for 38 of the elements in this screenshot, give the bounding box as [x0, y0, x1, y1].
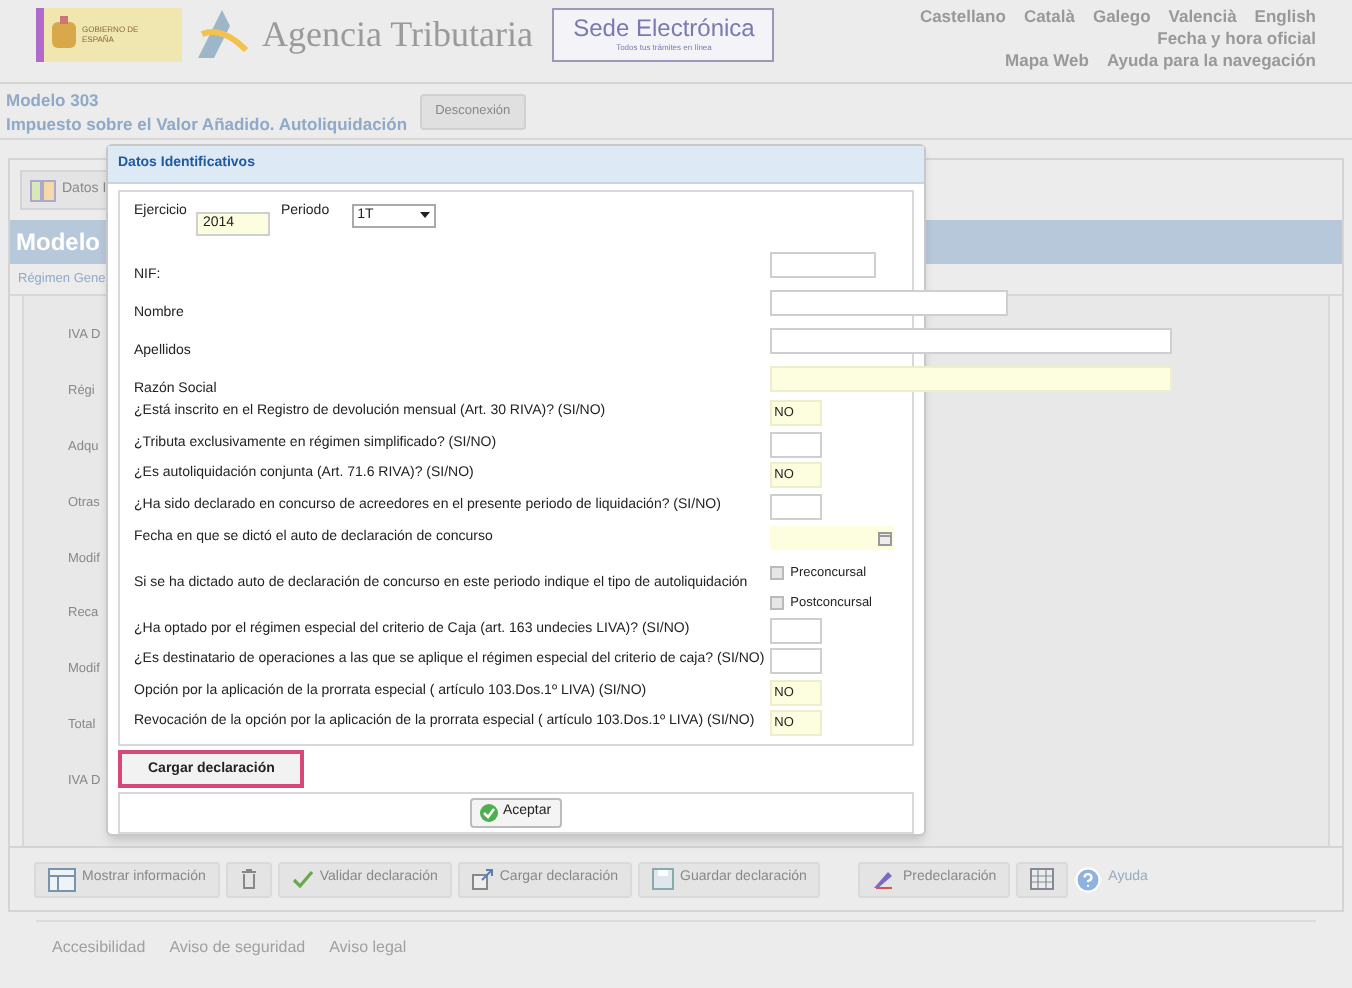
language-link[interactable]: English — [1254, 6, 1316, 28]
calendar-icon — [878, 531, 893, 546]
language-link[interactable]: Valencià — [1168, 6, 1237, 28]
header-link[interactable]: Ayuda para la navegación — [1106, 50, 1316, 72]
footer-link[interactable]: Aviso legal — [329, 935, 407, 959]
date-field[interactable] — [770, 526, 895, 551]
header-link[interactable]: Mapa Web — [1005, 50, 1089, 72]
trash-icon — [239, 868, 258, 890]
toolbar-icon-button[interactable] — [225, 861, 272, 897]
boxes-icon — [30, 179, 56, 201]
checkbox[interactable] — [770, 566, 785, 581]
pen-icon — [872, 868, 897, 890]
text-field[interactable] — [770, 327, 1173, 354]
yes-no-field[interactable] — [770, 648, 823, 675]
table-icon — [48, 867, 76, 891]
footer-link[interactable]: Accesibilidad — [52, 935, 146, 959]
language-link[interactable]: Castellano — [919, 6, 1006, 28]
footer-link[interactable]: Aviso de seguridad — [169, 935, 306, 959]
coat-of-arms-icon — [50, 16, 78, 52]
check-icon — [291, 870, 314, 888]
toolbar-icon-button[interactable] — [1016, 861, 1069, 897]
model-subtitle: Impuesto sobre el Valor Añadido. Autoliquidación — [6, 111, 408, 135]
agency-name: Agencia Tributaria — [262, 11, 533, 58]
header-link[interactable]: Fecha y hora oficial — [1157, 28, 1316, 50]
text-field[interactable] — [770, 251, 877, 278]
grid-icon — [1030, 868, 1055, 890]
language-link[interactable]: Galego — [1092, 6, 1151, 28]
yes-no-field[interactable] — [770, 617, 823, 644]
help-icon — [1074, 865, 1103, 893]
text-field[interactable] — [770, 289, 1009, 316]
yes-no-field[interactable] — [770, 493, 823, 520]
sede-title: Sede Electrónica — [573, 16, 755, 42]
agency-logo-icon — [194, 6, 250, 62]
language-link[interactable]: Català — [1023, 6, 1075, 28]
model-title: Modelo 303 — [6, 87, 101, 111]
checkbox[interactable] — [770, 595, 785, 610]
yes-no-field[interactable] — [770, 431, 823, 458]
check-circle-icon — [480, 804, 499, 823]
